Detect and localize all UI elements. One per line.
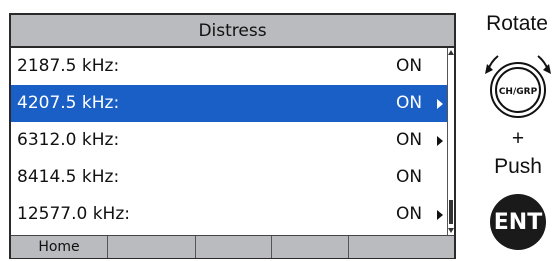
frequency-label: 4207.5 kHz: xyxy=(17,93,120,113)
frequency-label: 8414.5 kHz: xyxy=(17,167,120,187)
softkey-2[interactable] xyxy=(108,236,196,258)
frequency-label: 2187.5 kHz: xyxy=(17,56,120,76)
submenu-arrow-icon xyxy=(437,99,443,109)
radio-display: Distress 2187.5 kHz: ON 4207.5 kHz: ON 6… xyxy=(9,13,456,259)
status-value: ON xyxy=(396,204,423,224)
status-value: ON xyxy=(396,56,423,76)
list-item[interactable]: 8414.5 kHz: ON xyxy=(11,159,447,196)
status-value: ON xyxy=(396,130,423,150)
scroll-up-arrow-icon xyxy=(448,50,454,55)
softkey-4[interactable] xyxy=(272,236,349,258)
ch-grp-knob[interactable]: CH/GRP xyxy=(478,50,558,120)
scrollbar[interactable] xyxy=(447,48,454,235)
softkey-home[interactable]: Home xyxy=(11,236,108,258)
softkey-5[interactable] xyxy=(349,236,454,258)
softkey-3[interactable] xyxy=(196,236,272,258)
list-item[interactable]: 12577.0 kHz: ON xyxy=(11,196,447,233)
rotate-label: Rotate xyxy=(486,12,548,35)
list-item[interactable]: 2187.5 kHz: ON xyxy=(11,48,447,85)
status-value: ON xyxy=(396,167,423,187)
submenu-arrow-icon xyxy=(437,210,443,220)
list-item-selected[interactable]: 4207.5 kHz: ON xyxy=(11,85,447,122)
frequency-list: 2187.5 kHz: ON 4207.5 kHz: ON 6312.0 kHz… xyxy=(11,48,447,233)
submenu-arrow-icon xyxy=(437,136,443,146)
frequency-label: 6312.0 kHz: xyxy=(17,130,120,150)
scroll-down-arrow-icon xyxy=(448,228,454,233)
softkey-bar: Home xyxy=(11,235,454,258)
screen-title: Distress xyxy=(11,15,454,48)
ent-button[interactable]: ENT xyxy=(490,194,546,250)
status-value: ON xyxy=(396,93,423,113)
list-item[interactable]: 6312.0 kHz: ON xyxy=(11,122,447,159)
scroll-thumb[interactable] xyxy=(449,200,453,224)
plus-label: + xyxy=(511,127,525,150)
frequency-label: 12577.0 kHz: xyxy=(17,204,130,224)
push-label: Push xyxy=(494,155,542,178)
knob-label: CH/GRP xyxy=(499,87,538,97)
rotary-knob-icon: CH/GRP xyxy=(485,55,551,118)
